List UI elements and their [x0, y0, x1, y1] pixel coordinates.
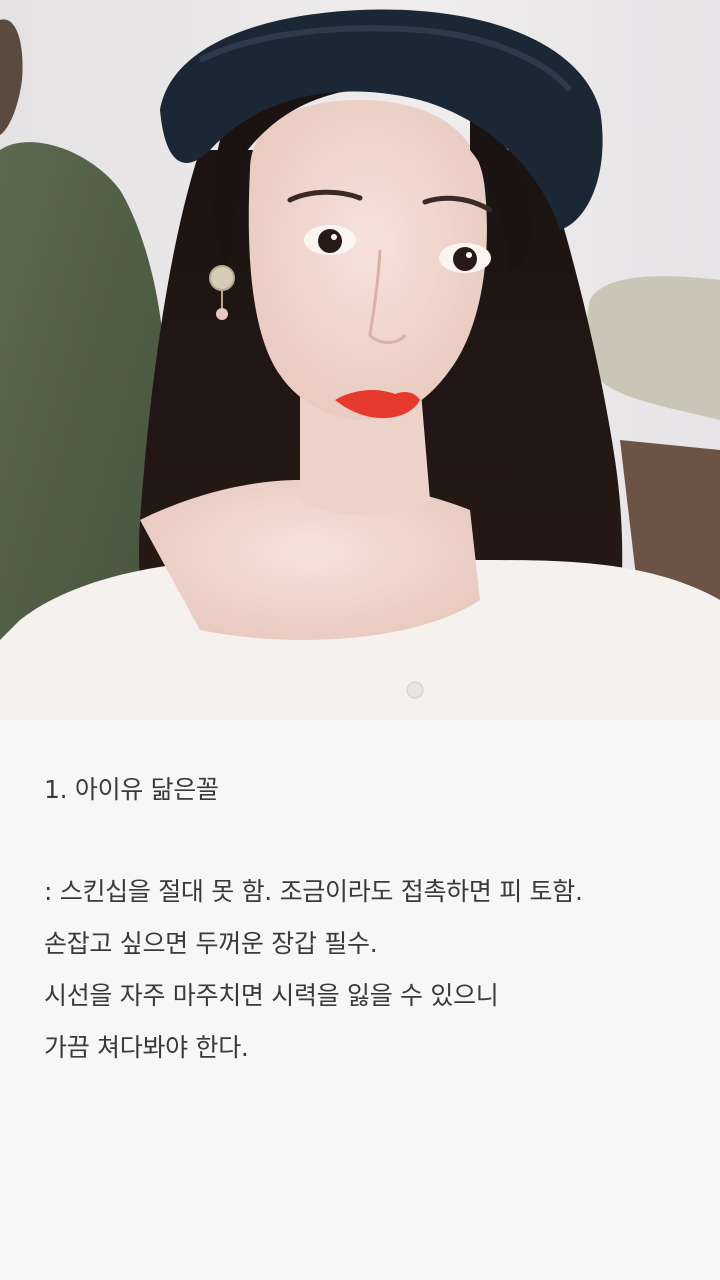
portrait-image	[0, 0, 720, 720]
post-line: 손잡고 싶으면 두꺼운 장갑 필수.	[44, 929, 378, 958]
post-photo	[0, 0, 720, 720]
post-heading: 1. 아이유 닮은꼴	[44, 775, 219, 804]
post-line: 가끔 쳐다봐야 한다.	[44, 1033, 249, 1062]
post-body: : 스킨십을 절대 못 함. 조금이라도 접촉하면 피 토함. 손잡고 싶으면 …	[44, 866, 676, 1074]
post-line: : 스킨십을 절대 못 함. 조금이라도 접촉하면 피 토함.	[44, 877, 583, 906]
post-line: 시선을 자주 마주치면 시력을 잃을 수 있으니	[44, 981, 499, 1010]
post-text: 1. 아이유 닮은꼴 : 스킨십을 절대 못 함. 조금이라도 접촉하면 피 토…	[0, 720, 720, 1280]
